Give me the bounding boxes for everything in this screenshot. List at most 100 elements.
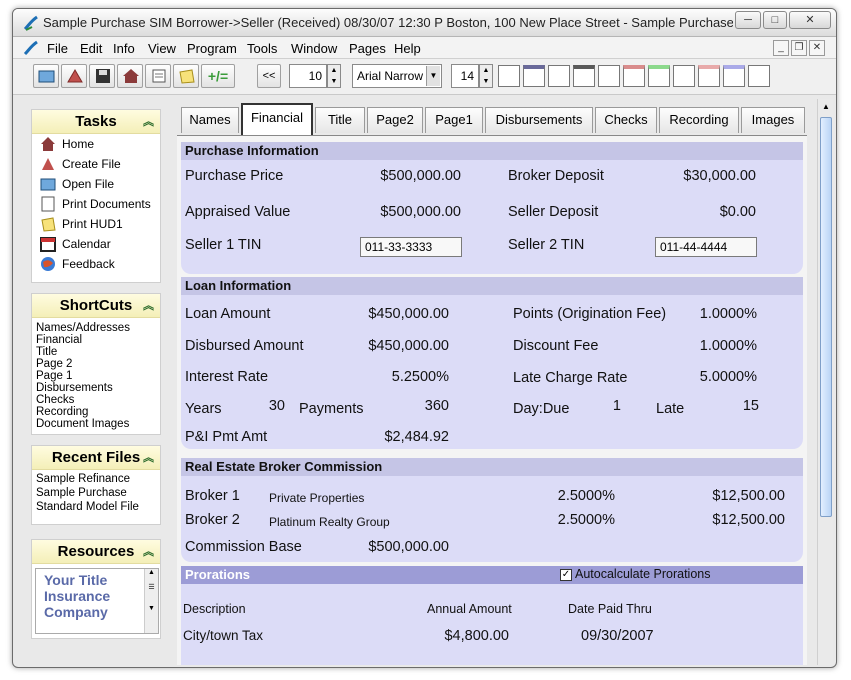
format-box-icon[interactable] [498, 65, 520, 87]
shortcut-checks[interactable]: Checks [32, 394, 160, 406]
app-menu-icon[interactable] [23, 40, 39, 56]
broker1-amount[interactable]: $12,500.00 [671, 488, 785, 504]
broker1-name[interactable]: Private Properties [269, 491, 364, 505]
menu-view[interactable]: View [148, 41, 176, 56]
print-hud1-tool-button[interactable] [173, 64, 199, 88]
menu-tools[interactable]: Tools [247, 41, 277, 56]
seller2-tin-field[interactable]: 011-44-4444 [655, 237, 757, 257]
points-value[interactable]: 1.0000% [681, 306, 757, 322]
minimize-button[interactable]: ─ [735, 11, 761, 29]
menu-edit[interactable]: Edit [80, 41, 102, 56]
zoom-size-input[interactable]: 10 [289, 64, 327, 88]
back-button[interactable]: << [257, 64, 281, 88]
collapse-chevron-icon[interactable]: ︽ [143, 540, 154, 564]
mdi-minimize-button[interactable]: _ [773, 40, 789, 56]
zoom-size-spinner[interactable]: ▲ ▼ [327, 64, 341, 88]
tab-financial[interactable]: Financial [241, 103, 313, 135]
format-box-icon[interactable] [598, 65, 620, 87]
format-box-icon[interactable] [723, 65, 745, 87]
task-home[interactable]: Home [32, 134, 160, 154]
interest-rate-value[interactable]: 5.2500% [331, 369, 449, 385]
seller-deposit-value[interactable]: $0.00 [641, 204, 756, 220]
format-box-icon[interactable] [648, 65, 670, 87]
loan-amount-value[interactable]: $450,000.00 [331, 306, 449, 322]
format-box-icon[interactable] [548, 65, 570, 87]
commission-base-value[interactable]: $500,000.00 [331, 539, 449, 555]
day-due-value[interactable]: 1 [601, 398, 621, 414]
broker-deposit-value[interactable]: $30,000.00 [641, 168, 756, 184]
tab-checks[interactable]: Checks [595, 107, 657, 133]
collapse-chevron-icon[interactable]: ︽ [143, 110, 154, 134]
broker2-name[interactable]: Platinum Realty Group [269, 515, 390, 529]
font-name-select[interactable]: Arial Narrow ▼ [352, 64, 442, 88]
task-open-file[interactable]: Open File [32, 174, 160, 194]
autocalculate-checkbox[interactable]: ✓ [560, 569, 572, 581]
years-value[interactable]: 30 [261, 398, 285, 414]
discount-fee-value[interactable]: 1.0000% [681, 338, 757, 354]
payments-value[interactable]: 360 [401, 398, 449, 414]
shortcut-title[interactable]: Title [32, 346, 160, 358]
broker2-percent[interactable]: 2.5000% [521, 512, 615, 528]
appraised-value[interactable]: $500,000.00 [341, 204, 461, 220]
shortcut-financial[interactable]: Financial [32, 334, 160, 346]
menu-info[interactable]: Info [113, 41, 135, 56]
format-box-icon[interactable] [573, 65, 595, 87]
tab-page1[interactable]: Page1 [425, 107, 483, 133]
broker2-amount[interactable]: $12,500.00 [671, 512, 785, 528]
format-box-icon[interactable] [673, 65, 695, 87]
tab-page2[interactable]: Page2 [367, 107, 423, 133]
maximize-button[interactable]: □ [763, 11, 787, 29]
task-print-hud1[interactable]: Print HUD1 [32, 214, 160, 234]
tab-disbursements[interactable]: Disbursements [485, 107, 593, 133]
format-box-icon[interactable] [698, 65, 720, 87]
format-box-icon[interactable] [748, 65, 770, 87]
mdi-close-button[interactable]: ✕ [809, 40, 825, 56]
tab-images[interactable]: Images [741, 107, 805, 133]
pi-payment-value[interactable]: $2,484.92 [331, 429, 449, 445]
title-bar[interactable]: Sample Purchase SIM Borrower->Seller (Re… [13, 9, 836, 37]
proration-row1-amount[interactable]: $4,800.00 [411, 628, 509, 644]
shortcut-document-images[interactable]: Document Images [32, 418, 160, 430]
collapse-chevron-icon[interactable]: ︽ [143, 294, 154, 318]
collapse-chevron-icon[interactable]: ︽ [143, 446, 154, 470]
recent-files-header[interactable]: Recent Files ︽ [32, 446, 160, 470]
late-days-value[interactable]: 15 [731, 398, 759, 414]
menu-window[interactable]: Window [291, 41, 337, 56]
shortcut-disbursements[interactable]: Disbursements [32, 382, 160, 394]
plus-equal-tool-button[interactable]: +/= [201, 64, 235, 88]
seller1-tin-field[interactable]: 011-33-3333 [360, 237, 462, 257]
recent-file-item[interactable]: Standard Model File [32, 500, 160, 514]
home-tool-button[interactable] [117, 64, 143, 88]
tab-title[interactable]: Title [315, 107, 365, 133]
shortcut-page-2[interactable]: Page 2 [32, 358, 160, 370]
shortcut-page-1[interactable]: Page 1 [32, 370, 160, 382]
recent-file-item[interactable]: Sample Refinance [32, 472, 160, 486]
shortcut-recording[interactable]: Recording [32, 406, 160, 418]
proration-row1-date[interactable]: 09/30/2007 [581, 628, 654, 644]
menu-pages[interactable]: Pages [349, 41, 386, 56]
task-feedback[interactable]: Feedback [32, 254, 160, 274]
proration-row1-description[interactable]: City/town Tax [183, 628, 263, 643]
shortcuts-header[interactable]: ShortCuts ︽ [32, 294, 160, 318]
scroll-up-icon[interactable]: ▲ [818, 99, 834, 115]
task-calendar[interactable]: Calendar [32, 234, 160, 254]
close-button[interactable]: ✕ [789, 11, 831, 29]
tab-names[interactable]: Names [181, 107, 239, 133]
shortcut-names-addresses[interactable]: Names/Addresses [32, 322, 160, 334]
resources-header[interactable]: Resources ︽ [32, 540, 160, 564]
menu-program[interactable]: Program [187, 41, 237, 56]
resources-scrollbar[interactable]: ▲ ☰ ▼ [144, 569, 158, 633]
print-tool-button[interactable] [145, 64, 171, 88]
create-file-tool-button[interactable] [61, 64, 87, 88]
menu-file[interactable]: File [47, 41, 68, 56]
recent-file-item[interactable]: Sample Purchase [32, 486, 160, 500]
font-size-spinner[interactable]: ▲ ▼ [479, 64, 493, 88]
resources-list[interactable]: Your Title Insurance Company ▲ ☰ ▼ [35, 568, 159, 634]
mdi-restore-button[interactable]: ❐ [791, 40, 807, 56]
format-box-icon[interactable] [523, 65, 545, 87]
task-print-documents[interactable]: Print Documents [32, 194, 160, 214]
disbursed-amount-value[interactable]: $450,000.00 [331, 338, 449, 354]
scrollbar-thumb[interactable] [820, 117, 832, 517]
tasks-header[interactable]: Tasks ︽ [32, 110, 160, 134]
vertical-scrollbar[interactable]: ▲ [817, 99, 833, 665]
